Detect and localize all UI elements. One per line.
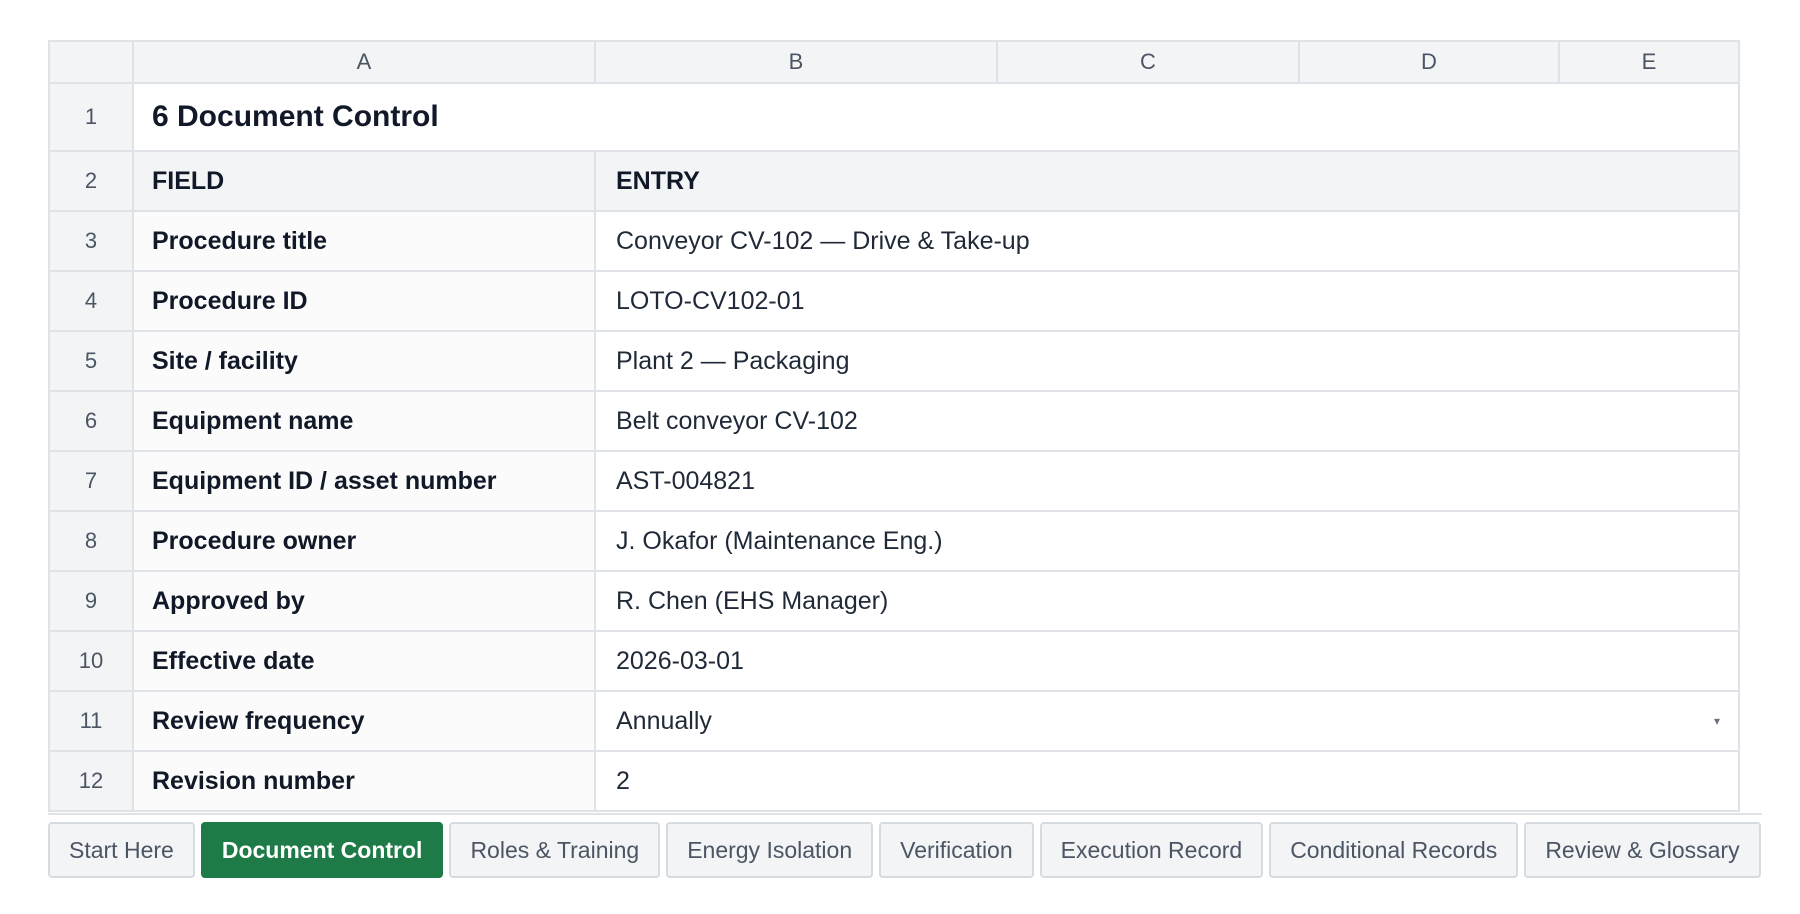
table-row: 6 Equipment name Belt conveyor CV-102 <box>48 390 1740 452</box>
entry-value: J. Okafor (Maintenance Eng.) <box>616 526 943 555</box>
row-number[interactable]: 4 <box>48 270 134 332</box>
field-label-cell[interactable]: Site / facility <box>132 330 596 392</box>
row-number[interactable]: 1 <box>48 82 134 152</box>
column-header-b[interactable]: B <box>594 40 998 84</box>
sheet-title-cell[interactable]: 6 Document Control <box>132 82 1740 152</box>
field-label-cell[interactable]: Equipment ID / asset number <box>132 450 596 512</box>
entry-value-cell[interactable]: Plant 2 — Packaging <box>594 330 1740 392</box>
spreadsheet-grid: A B C D E 1 6 Document Control 2 FIELD E… <box>48 40 1740 812</box>
entry-value: Belt conveyor CV-102 <box>616 406 858 435</box>
entry-value: LOTO-CV102-01 <box>616 286 805 315</box>
table-row: 7 Equipment ID / asset number AST-004821 <box>48 450 1740 512</box>
data-rows: 3 Procedure title Conveyor CV-102 — Drive … <box>48 210 1740 812</box>
column-header-a[interactable]: A <box>132 40 596 84</box>
entry-value: Conveyor CV-102 — Drive & Take-up <box>616 226 1030 255</box>
column-header-row: A B C D E <box>48 40 1740 84</box>
entry-value-cell[interactable]: AST-004821 <box>594 450 1740 512</box>
entry-value-cell[interactable]: LOTO-CV102-01 <box>594 270 1740 332</box>
entry-value-cell[interactable]: 2 <box>594 750 1740 812</box>
table-row: 12 Revision number 2 <box>48 750 1740 812</box>
sheet-tab-conditional-records[interactable]: Conditional Records <box>1269 822 1519 878</box>
table-row: 2 FIELD ENTRY <box>48 150 1740 212</box>
row-number[interactable]: 8 <box>48 510 134 572</box>
sheet-tab-review-glossary[interactable]: Review & Glossary <box>1524 822 1761 878</box>
field-label-cell[interactable]: Procedure owner <box>132 510 596 572</box>
sheet-tab-start-here[interactable]: Start Here <box>48 822 195 878</box>
table-row: 9 Approved by R. Chen (EHS Manager) <box>48 570 1740 632</box>
table-row: 10 Effective date 2026-03-01 <box>48 630 1740 692</box>
sheet-tab-document-control[interactable]: Document Control <box>200 822 444 878</box>
table-row: 8 Procedure owner J. Okafor (Maintenance E… <box>48 510 1740 572</box>
sheet-tab-execution-record[interactable]: Execution Record <box>1039 822 1264 878</box>
entry-value: 2 <box>616 766 630 795</box>
field-label-cell[interactable]: Review frequency <box>132 690 596 752</box>
entry-value-cell[interactable]: Belt conveyor CV-102 <box>594 390 1740 452</box>
column-header-d[interactable]: D <box>1298 40 1560 84</box>
entry-value-cell[interactable]: R. Chen (EHS Manager) <box>594 570 1740 632</box>
entry-value-cell[interactable]: 2026-03-01 <box>594 630 1740 692</box>
row-number[interactable]: 5 <box>48 330 134 392</box>
field-label-cell[interactable]: Procedure ID <box>132 270 596 332</box>
table-row: 4 Procedure ID LOTO-CV102-01 <box>48 270 1740 332</box>
table-row: 5 Site / facility Plant 2 — Packaging <box>48 330 1740 392</box>
field-label-cell[interactable]: Approved by <box>132 570 596 632</box>
sheet-tab-bar: Start Here Document Control Roles & Traini… <box>48 822 1761 878</box>
field-label-cell[interactable]: Effective date <box>132 630 596 692</box>
row-number[interactable]: 3 <box>48 210 134 272</box>
table-row: 1 6 Document Control <box>48 82 1740 152</box>
table-row: 3 Procedure title Conveyor CV-102 — Drive … <box>48 210 1740 272</box>
sheet-tab-verification[interactable]: Verification <box>879 822 1034 878</box>
entry-value-cell[interactable]: J. Okafor (Maintenance Eng.) <box>594 510 1740 572</box>
field-label-cell[interactable]: Equipment name <box>132 390 596 452</box>
dropdown-arrow-icon[interactable]: ▾ <box>1714 714 1720 728</box>
row-number[interactable]: 12 <box>48 750 134 812</box>
entry-value: Plant 2 — Packaging <box>616 346 850 375</box>
entry-value: Annually <box>616 706 712 735</box>
field-header-cell[interactable]: FIELD <box>132 150 596 212</box>
entry-value: AST-004821 <box>616 466 755 495</box>
row-number[interactable]: 11 <box>48 690 134 752</box>
sheet-tab-energy-isolation[interactable]: Energy Isolation <box>666 822 874 878</box>
field-label-cell[interactable]: Revision number <box>132 750 596 812</box>
entry-value-cell[interactable]: Annually ▾ <box>594 690 1740 752</box>
tab-bar-divider <box>48 813 1762 815</box>
row-number[interactable]: 2 <box>48 150 134 212</box>
row-number[interactable]: 6 <box>48 390 134 452</box>
entry-value: R. Chen (EHS Manager) <box>616 586 889 615</box>
table-row: 11 Review frequency Annually ▾ <box>48 690 1740 752</box>
row-number[interactable]: 10 <box>48 630 134 692</box>
column-header-e[interactable]: E <box>1558 40 1740 84</box>
entry-value: 2026-03-01 <box>616 646 744 675</box>
column-header-c[interactable]: C <box>996 40 1300 84</box>
row-number[interactable]: 9 <box>48 570 134 632</box>
entry-value-cell[interactable]: Conveyor CV-102 — Drive & Take-up <box>594 210 1740 272</box>
row-number[interactable]: 7 <box>48 450 134 512</box>
select-all-corner[interactable] <box>48 40 134 84</box>
entry-header-cell[interactable]: ENTRY <box>594 150 1740 212</box>
field-label-cell[interactable]: Procedure title <box>132 210 596 272</box>
sheet-tab-roles-training[interactable]: Roles & Training <box>449 822 661 878</box>
